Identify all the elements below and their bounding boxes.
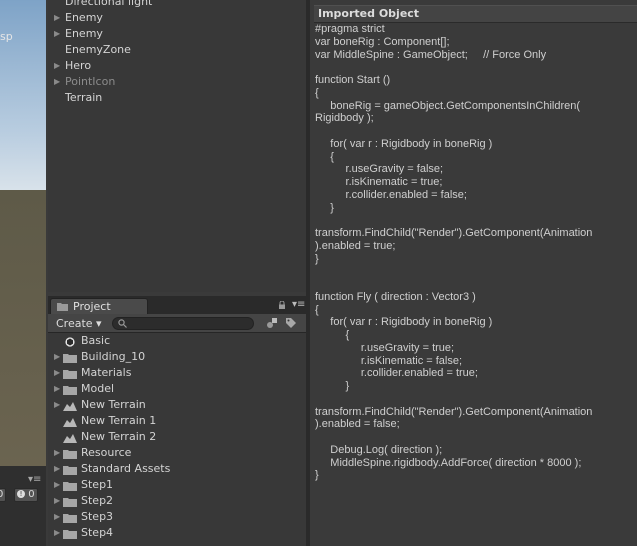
project-item-label: Step1 <box>81 478 114 491</box>
hierarchy-item[interactable]: ▶ PointIcon <box>48 74 306 90</box>
unity-icon <box>63 336 77 347</box>
project-item-label: Building_10 <box>81 350 146 363</box>
hierarchy-item-label: Directional light <box>65 0 153 8</box>
script-preview: #pragma strict var boneRig : Component[]… <box>315 23 593 482</box>
project-item[interactable]: ▶ Step2 <box>48 493 306 509</box>
hierarchy-item[interactable]: ▶ Enemy <box>48 10 306 26</box>
folder-icon <box>63 384 77 395</box>
hierarchy-item-label: Hero <box>65 59 92 72</box>
project-item[interactable]: New Terrain 2 <box>48 429 306 445</box>
hierarchy-item-label: EnemyZone <box>65 43 131 56</box>
hierarchy-item[interactable]: ▶ Hero <box>48 58 306 74</box>
expand-arrow-icon[interactable]: ▶ <box>54 10 60 26</box>
info-icon: ! <box>17 490 25 498</box>
folder-icon <box>57 303 68 311</box>
lock-icon[interactable] <box>278 301 286 309</box>
folder-icon <box>63 480 77 491</box>
expand-arrow-icon[interactable]: ▶ <box>54 397 60 413</box>
console-bar: ▾≡ <box>0 466 46 546</box>
hierarchy-panel: Directional light ▶ Enemy ▶ Enemy EnemyZone ▶ H… <box>48 0 306 292</box>
project-item[interactable]: ▶ Step1 <box>48 477 306 493</box>
project-item-label: Materials <box>81 366 132 379</box>
hierarchy-item-label: PointIcon <box>65 75 116 88</box>
hierarchy-item-label: Terrain <box>65 91 103 104</box>
hierarchy-item-label: Enemy <box>65 27 103 40</box>
expand-arrow-icon[interactable]: ▶ <box>54 381 60 397</box>
project-item-label: Step2 <box>81 494 114 507</box>
expand-arrow-icon[interactable]: ▶ <box>54 477 60 493</box>
expand-arrow-icon[interactable]: ▶ <box>54 349 60 365</box>
inspector-panel: Imported Object #pragma strict var boneR… <box>310 0 637 546</box>
tab-project-label: Project <box>73 300 111 313</box>
project-item[interactable]: ▶ Model <box>48 381 306 397</box>
expand-arrow-icon[interactable]: ▶ <box>54 509 60 525</box>
folder-icon <box>63 464 77 475</box>
folder-icon <box>63 496 77 507</box>
hierarchy-item[interactable]: EnemyZone <box>48 42 306 58</box>
expand-arrow-icon[interactable]: ▶ <box>54 365 60 381</box>
expand-arrow-icon[interactable]: ▶ <box>54 525 60 541</box>
folder-icon <box>63 448 77 459</box>
project-item-label: New Terrain 1 <box>81 414 157 427</box>
inspector-header: Imported Object <box>314 5 637 23</box>
project-item[interactable]: ▶ Step4 <box>48 525 306 541</box>
expand-arrow-icon[interactable]: ▶ <box>54 58 60 74</box>
project-item[interactable]: ▶ Standard Assets <box>48 461 306 477</box>
terrain-icon <box>63 416 77 427</box>
console-menu-icon[interactable]: ▾≡ <box>28 474 41 485</box>
project-item-label: Step3 <box>81 510 114 523</box>
scene-sky <box>0 0 46 190</box>
project-panel: Project ▾≡ Create ▾ Basic ▶ Building_10 ▶ Ma… <box>48 296 306 546</box>
error-count: 0 <box>28 489 35 500</box>
folder-icon <box>63 512 77 523</box>
project-item-label: Step4 <box>81 526 114 539</box>
error-counter[interactable]: ! 0 <box>14 488 38 502</box>
project-item-label: Resource <box>81 446 132 459</box>
inspector-title: Imported Object <box>318 7 420 20</box>
folder-icon <box>63 368 77 379</box>
terrain-icon <box>63 432 77 443</box>
project-item-label: Standard Assets <box>81 462 171 475</box>
folder-icon <box>63 528 77 539</box>
create-dropdown[interactable]: Create ▾ <box>56 317 102 330</box>
terrain-icon <box>63 400 77 411</box>
folder-icon <box>63 352 77 363</box>
hierarchy-item-label: Enemy <box>65 11 103 24</box>
project-item[interactable]: ▶ Resource <box>48 445 306 461</box>
project-item-label: Model <box>81 382 115 395</box>
project-item[interactable]: ▶ Step3 <box>48 509 306 525</box>
scene-view[interactable]: sp ▾≡ 0 ! 0 <box>0 0 46 546</box>
warning-counter[interactable]: 0 <box>0 488 7 502</box>
hierarchy-item[interactable]: Terrain <box>48 90 306 106</box>
tab-project[interactable]: Project <box>50 298 148 315</box>
panel-menu-icon[interactable]: ▾≡ <box>292 299 305 310</box>
expand-arrow-icon[interactable]: ▶ <box>54 26 60 42</box>
project-tab-bar: Project ▾≡ <box>48 296 306 315</box>
expand-arrow-icon[interactable]: ▶ <box>54 493 60 509</box>
project-item[interactable]: ▶ Building_10 <box>48 349 306 365</box>
expand-arrow-icon[interactable]: ▶ <box>54 445 60 461</box>
project-item[interactable]: New Terrain 1 <box>48 413 306 429</box>
project-item-label: New Terrain 2 <box>81 430 157 443</box>
hierarchy-item[interactable]: Directional light <box>48 0 306 10</box>
project-item[interactable]: Basic <box>48 333 306 349</box>
search-input[interactable] <box>112 317 254 330</box>
project-item[interactable]: ▶ Materials <box>48 365 306 381</box>
project-item[interactable]: ▶ New Terrain <box>48 397 306 413</box>
project-item-label: New Terrain <box>81 398 146 411</box>
search-icon <box>118 319 127 328</box>
scene-ground <box>0 190 46 466</box>
project-toolbar: Create ▾ <box>48 314 306 333</box>
expand-arrow-icon[interactable]: ▶ <box>54 74 60 90</box>
expand-arrow-icon[interactable]: ▶ <box>54 461 60 477</box>
filter-by-label-icon[interactable] <box>285 317 297 329</box>
perspective-label[interactable]: sp <box>0 30 13 43</box>
filter-by-type-icon[interactable] <box>266 317 278 329</box>
project-item-label: Basic <box>81 334 111 347</box>
hierarchy-item[interactable]: ▶ Enemy <box>48 26 306 42</box>
